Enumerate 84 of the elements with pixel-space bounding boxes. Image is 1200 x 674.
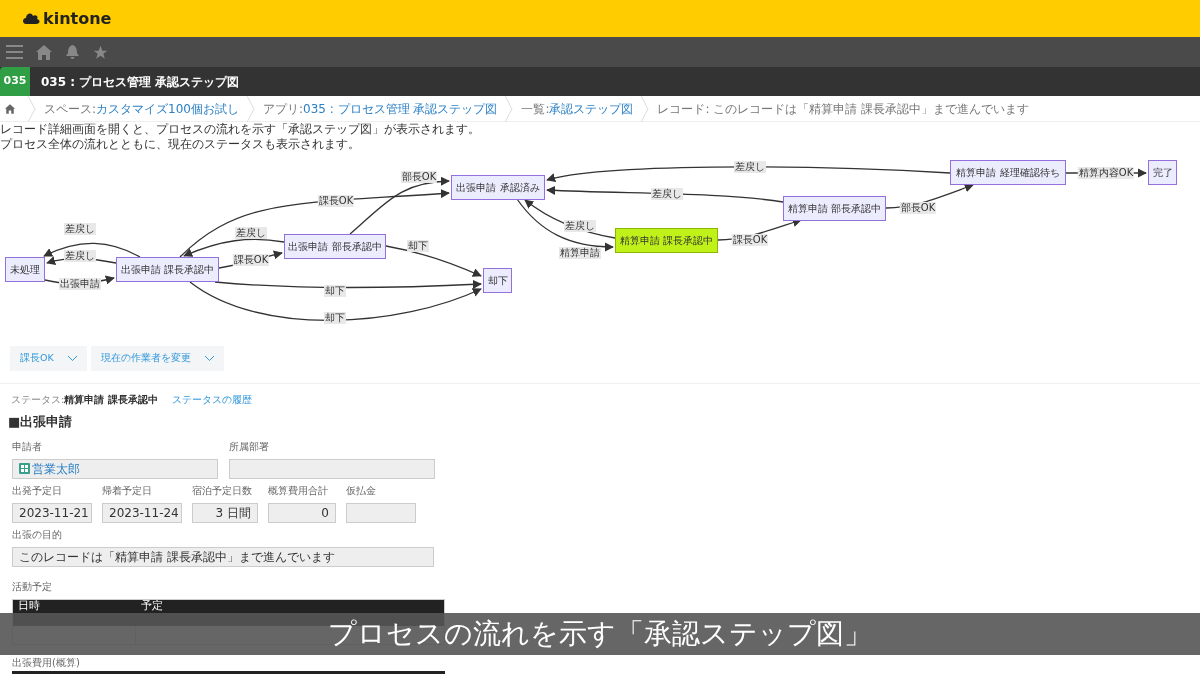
cloud-logo-icon <box>22 12 40 25</box>
user-icon <box>19 463 30 474</box>
field-value: 3 日間 <box>215 504 251 522</box>
status-node: 出張申請 課長承認中 <box>116 257 219 282</box>
input-field[interactable]: 0 <box>268 502 336 523</box>
app-badge: 035 <box>0 67 30 96</box>
app-title: 035 : プロセス管理 承認ステップ図 <box>41 73 240 91</box>
breadcrumb-separator <box>246 95 255 122</box>
field-label: 帰着予定日 <box>102 483 153 498</box>
breadcrumb-link[interactable]: 承認ステップ図 <box>549 99 634 118</box>
field-label: 概算費用合計 <box>268 483 329 498</box>
input-field[interactable]: 3 日間 <box>192 502 258 523</box>
transition-label: 差戻し <box>734 161 766 173</box>
field-label: 申請者 <box>12 439 43 454</box>
column-header: 日時 <box>18 598 40 612</box>
transition-label: 課長OK <box>731 234 769 246</box>
table-label: 活動予定 <box>12 580 52 592</box>
breadcrumb-link[interactable]: 035 : プロセス管理 承認ステップ図 <box>303 99 498 118</box>
breadcrumb-label: スペース: <box>44 100 97 118</box>
breadcrumb-separator <box>641 95 650 122</box>
transition-label: 却下 <box>407 240 429 252</box>
transition-label: 部長OK <box>400 171 438 183</box>
status-node: 却下 <box>483 268 512 293</box>
field-label: 出発予定日 <box>12 483 63 498</box>
transition-label: 精算内容OK <box>1077 167 1135 179</box>
status-node: 出張申請 部長承認中 <box>284 234 386 259</box>
transition-label: 差戻し <box>64 250 96 262</box>
transition-label: 差戻し <box>64 223 96 235</box>
transition-label: 差戻し <box>651 188 683 200</box>
description-line: プロセス全体の流れとともに、現在のステータスも表示されます。 <box>0 137 361 152</box>
brand-name[interactable]: kintone <box>43 6 112 31</box>
star-icon[interactable] <box>93 44 108 60</box>
transition-label: 出張申請 <box>59 278 101 290</box>
chevron-down-icon <box>204 356 214 361</box>
status-node: 完了 <box>1148 160 1177 185</box>
field-label: 宿泊予定日数 <box>192 483 253 498</box>
field-label: 仮払金 <box>346 483 377 498</box>
input-field[interactable]: 営業太郎 <box>12 458 218 479</box>
transition-label: 差戻し <box>564 220 596 232</box>
status-node: 出張申請 承認済み <box>451 175 545 200</box>
field-value: 0 <box>321 504 329 522</box>
transition-label: 課長OK <box>232 254 270 266</box>
breadcrumb-label: 一覧: <box>521 100 550 118</box>
home-icon[interactable] <box>36 44 52 60</box>
home-icon[interactable] <box>5 103 15 114</box>
status-node: 精算申請 部長承認中 <box>783 196 886 221</box>
field-value: このレコードは「精算申請 課長承認中」まで進んでいます <box>19 548 335 566</box>
status-history-link[interactable]: ステータスの履歴 <box>171 392 252 407</box>
transition-label: 却下 <box>324 312 346 324</box>
input-field[interactable]: 2023-11-24 <box>102 502 182 523</box>
field-label: 所属部署 <box>229 439 270 454</box>
caption-text: プロセスの流れを示す「承認ステップ図」 <box>328 616 872 652</box>
action-dropdown[interactable]: 課長OK <box>10 346 87 371</box>
input-field[interactable]: 2023-11-21 <box>12 502 92 523</box>
transition-label: 差戻し <box>235 227 267 239</box>
status-label: ステータス: <box>11 393 65 407</box>
input-field[interactable] <box>229 458 435 479</box>
user-link[interactable]: 営業太郎 <box>32 459 80 478</box>
breadcrumb-link[interactable]: カスタマイズ100個お試し <box>96 99 239 118</box>
input-field[interactable] <box>346 502 416 523</box>
transition-label: 却下 <box>324 285 346 297</box>
column-header: 予定 <box>141 598 163 612</box>
breadcrumb-separator <box>505 95 514 122</box>
status-node: 精算申請 課長承認中 <box>615 228 718 253</box>
field-value: 2023-11-21 <box>19 504 89 522</box>
input-field[interactable]: このレコードは「精算申請 課長承認中」まで進んでいます <box>12 546 434 567</box>
field-value: 2023-11-24 <box>109 504 179 522</box>
breadcrumb-separator <box>28 95 36 122</box>
bell-icon[interactable] <box>65 44 80 60</box>
status-node: 未処理 <box>5 257 45 282</box>
transition-label: 部長OK <box>899 202 937 214</box>
action-dropdown[interactable]: 現在の作業者を変更 <box>90 346 224 371</box>
chevron-down-icon <box>67 356 77 361</box>
section-title: ■出張申請 <box>7 413 74 431</box>
transition-label: 精算申請 <box>559 247 601 259</box>
description-line: レコード詳細画面を開くと、プロセスの流れを示す「承認ステップ図」が表示されます。 <box>0 122 481 137</box>
status-node: 精算申請 経理確認待ち <box>950 160 1066 185</box>
breadcrumb-label: レコード: このレコードは「精算申請 課長承認中」まで進んでいます <box>657 100 1030 118</box>
field-label: 出張の目的 <box>12 527 63 542</box>
menu-icon[interactable] <box>6 45 23 59</box>
breadcrumb-label: アプリ: <box>262 100 303 118</box>
table-label: 出張費用(概算) <box>12 655 81 670</box>
transition-label: 課長OK <box>317 195 355 207</box>
status-value: 精算申請 課長承認中 <box>64 393 158 407</box>
